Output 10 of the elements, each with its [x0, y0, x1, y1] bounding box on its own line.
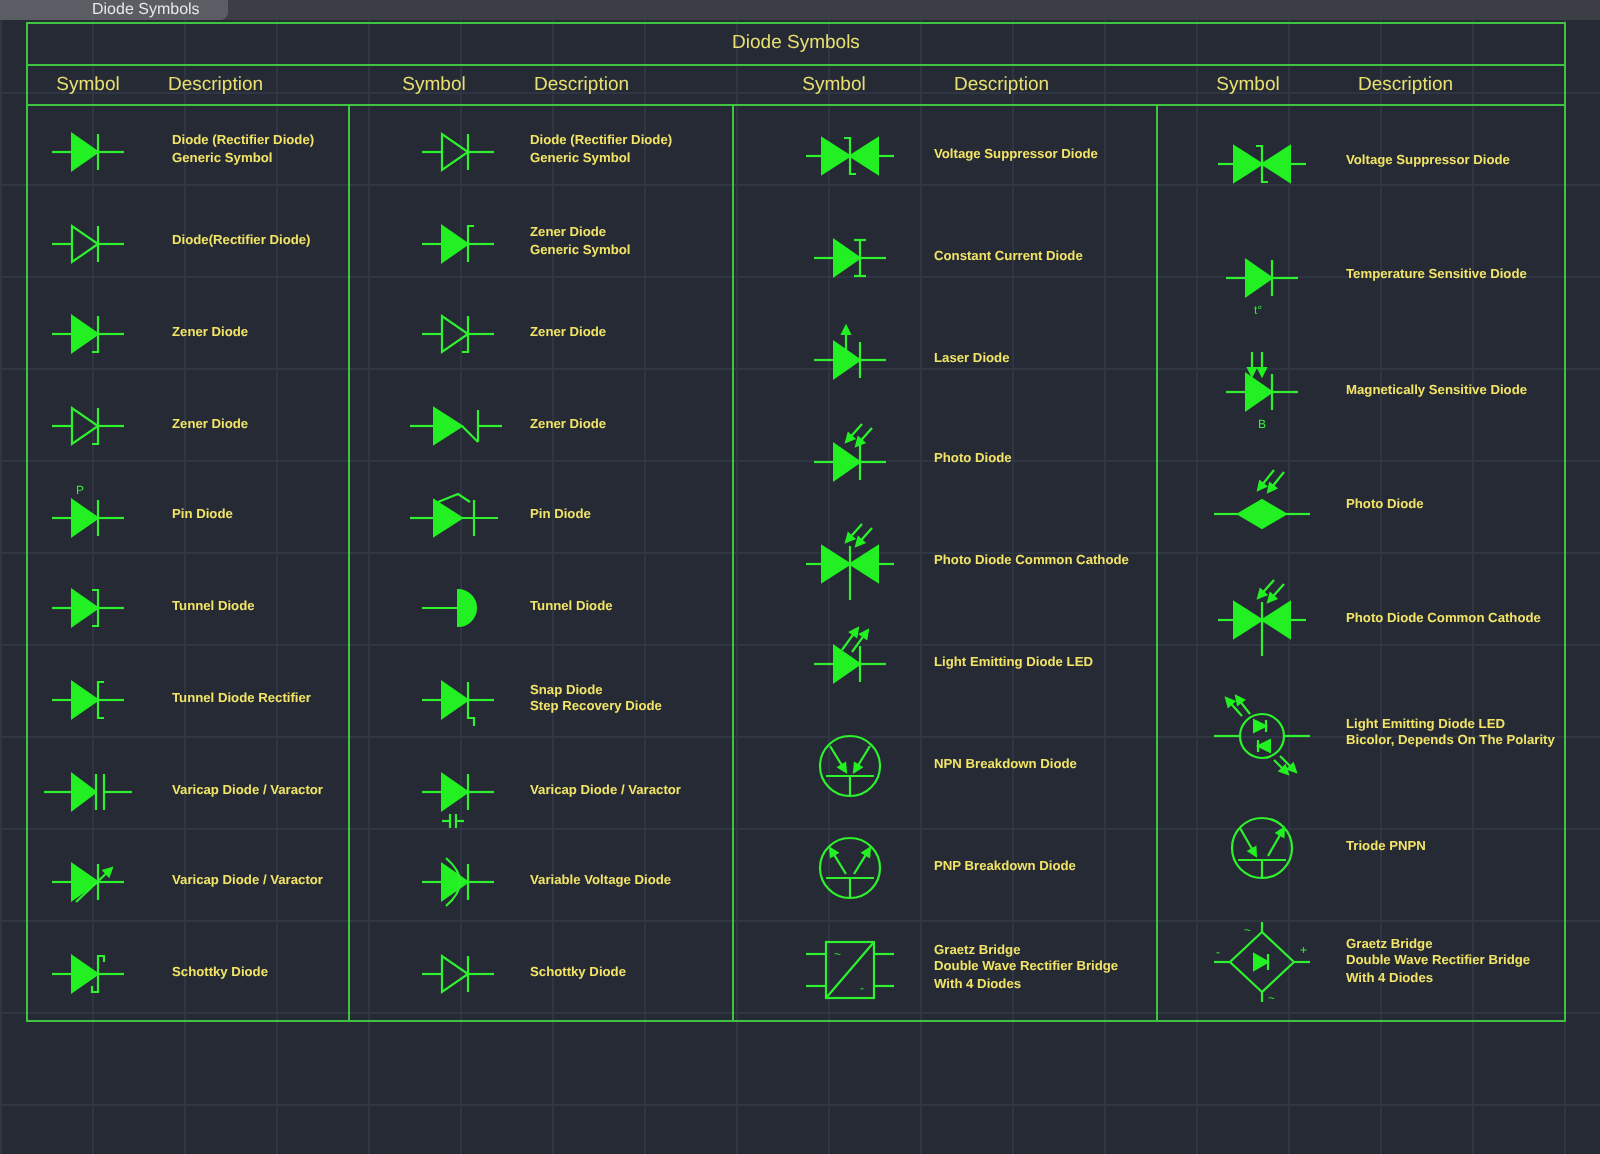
column-header: Symbol [1214, 74, 1282, 96]
table-title: Diode Symbols [28, 24, 1564, 66]
column-header: Description [1358, 74, 1454, 96]
column-header: Symbol [400, 74, 468, 96]
column-header: Symbol [54, 74, 122, 96]
column-header: Description [168, 74, 264, 96]
column-header: Symbol [800, 74, 868, 96]
column-header: Description [954, 74, 1050, 96]
column-header: Description [534, 74, 630, 96]
drawing-tab[interactable]: Diode Symbols [0, 0, 228, 20]
